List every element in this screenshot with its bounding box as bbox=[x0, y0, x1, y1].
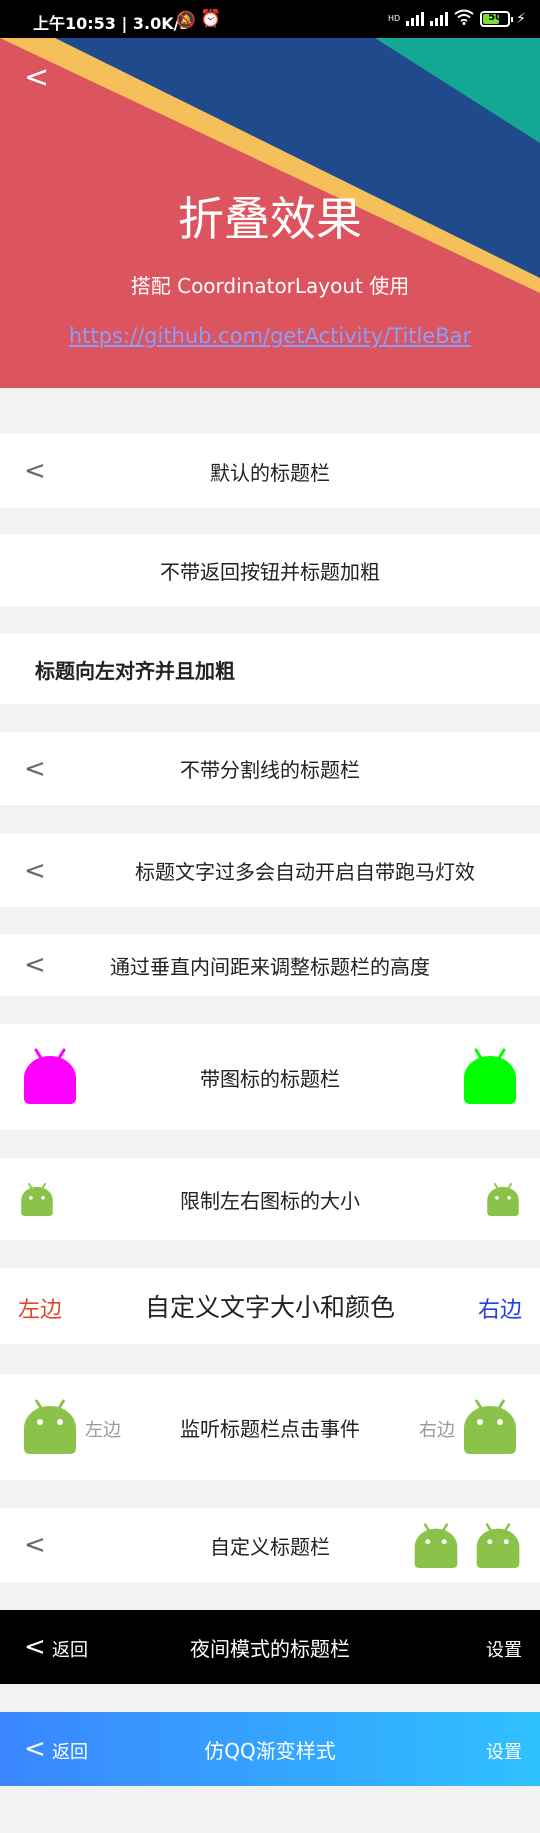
github-link[interactable]: https://github.com/getActivity/TitleBar bbox=[0, 324, 540, 348]
settings-text[interactable]: 设置 bbox=[486, 1738, 522, 1764]
titlebar-custom-text[interactable]: 左边 自定义文字大小和颜色 右边 bbox=[0, 1268, 540, 1344]
titlebar-with-icons[interactable]: 带图标的标题栏 bbox=[0, 1024, 540, 1130]
titlebar-title: 标题向左对齐并且加粗 bbox=[35, 658, 235, 683]
titlebar-title: 标题文字过多会自动开启自带跑马灯效 bbox=[135, 860, 475, 884]
titlebar-title: 默认的标题栏 bbox=[210, 460, 330, 485]
titlebar-qq-gradient[interactable]: < 返回 仿QQ渐变样式 设置 bbox=[0, 1712, 540, 1786]
back-chevron-icon[interactable]: < bbox=[24, 858, 46, 884]
settings-text[interactable]: 设置 bbox=[486, 1636, 522, 1662]
titlebar-default[interactable]: < 默认的标题栏 bbox=[0, 434, 540, 508]
back-chevron-icon[interactable]: < bbox=[24, 60, 49, 95]
android-icon[interactable] bbox=[462, 1048, 518, 1108]
titlebar-title: 限制左右图标的大小 bbox=[180, 1188, 360, 1213]
titlebar-title: 带图标的标题栏 bbox=[200, 1066, 340, 1091]
right-text[interactable]: 右边 bbox=[478, 1292, 522, 1324]
titlebar-click-events[interactable]: 左边 监听标题栏点击事件 右边 bbox=[0, 1374, 540, 1480]
header-subtitle: 搭配 CoordinatorLayout 使用 bbox=[130, 274, 410, 298]
titlebar-title: 自定义文字大小和颜色 bbox=[144, 1293, 395, 1322]
titlebar-title: 夜间模式的标题栏 bbox=[190, 1636, 350, 1661]
titlebar-title: 自定义标题栏 bbox=[210, 1534, 330, 1559]
titlebar-no-back-bold[interactable]: 不带返回按钮并标题加粗 bbox=[0, 534, 540, 606]
android-icon[interactable] bbox=[475, 1522, 521, 1572]
titlebar-night-mode[interactable]: < 返回 夜间模式的标题栏 设置 bbox=[0, 1610, 540, 1684]
signal-icon bbox=[406, 12, 425, 26]
titlebar-title: 监听标题栏点击事件 bbox=[180, 1416, 360, 1441]
titlebar-no-divider[interactable]: < 不带分割线的标题栏 bbox=[0, 732, 540, 805]
battery-icon: 50 bbox=[480, 11, 514, 27]
header-title: 折叠效果 bbox=[178, 192, 362, 246]
titlebar-custom[interactable]: < 自定义标题栏 bbox=[0, 1508, 540, 1582]
titlebar-title: 仿QQ渐变样式 bbox=[204, 1738, 336, 1763]
titlebar-title: 不带分割线的标题栏 bbox=[180, 758, 360, 782]
wifi-icon bbox=[454, 9, 474, 29]
titlebar-title: 通过垂直内间距来调整标题栏的高度 bbox=[110, 954, 430, 979]
android-icon[interactable] bbox=[413, 1522, 459, 1572]
status-bar: 上午10:53 | 3.0K/s 🔕 ⏰ HD 50 ⚡ bbox=[0, 0, 540, 38]
titlebar-title: 不带返回按钮并标题加粗 bbox=[160, 559, 380, 584]
titlebar-left-aligned[interactable]: 标题向左对齐并且加粗 bbox=[0, 634, 540, 704]
titlebar-marquee[interactable]: < 标题文字过多会自动开启自带跑马灯效 bbox=[0, 834, 540, 907]
hd-label: HD bbox=[387, 14, 401, 23]
titlebar-vertical-padding[interactable]: < 通过垂直内间距来调整标题栏的高度 bbox=[0, 934, 540, 996]
bell-off-icon: 🔕 bbox=[176, 10, 196, 29]
signal-icon-2 bbox=[430, 12, 449, 26]
charging-icon: ⚡ bbox=[516, 11, 526, 27]
right-text[interactable]: 右边 bbox=[419, 1416, 455, 1442]
titlebar-limited-icons[interactable]: 限制左右图标的大小 bbox=[0, 1158, 540, 1240]
alarm-icon: ⏰ bbox=[200, 9, 222, 29]
status-time: 上午10:53 | 3.0K/s bbox=[33, 14, 190, 33]
battery-level: 50 bbox=[488, 12, 503, 23]
android-icon[interactable] bbox=[462, 1398, 518, 1458]
collapsing-header: < 折叠效果 搭配 CoordinatorLayout 使用 https://g… bbox=[0, 38, 540, 388]
android-icon[interactable] bbox=[486, 1182, 520, 1220]
